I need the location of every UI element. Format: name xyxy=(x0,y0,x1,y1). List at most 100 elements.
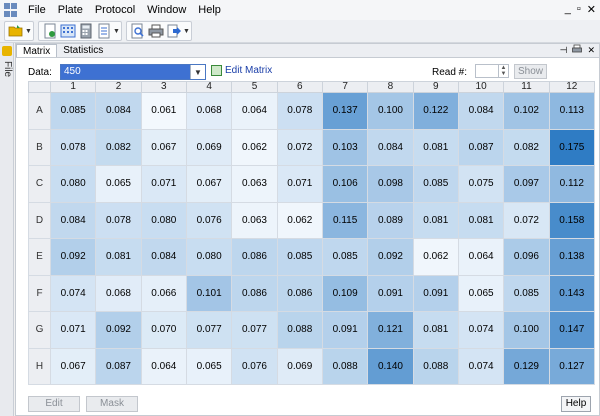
well-cell[interactable]: 0.087 xyxy=(95,347,142,385)
new-page-icon[interactable] xyxy=(41,22,59,40)
well-cell[interactable]: 0.063 xyxy=(231,165,278,203)
help-button[interactable]: Help xyxy=(561,396,591,412)
well-cell[interactable]: 0.072 xyxy=(276,128,323,166)
well-cell[interactable]: 0.085 xyxy=(276,238,323,276)
well-cell[interactable]: 0.076 xyxy=(231,347,278,385)
open-folder-icon[interactable] xyxy=(7,22,25,40)
read-number-stepper[interactable]: ▲ ▼ xyxy=(475,64,509,78)
well-cell[interactable]: 0.071 xyxy=(49,311,97,349)
well-cell[interactable]: 0.084 xyxy=(367,128,414,166)
well-cell[interactable]: 0.082 xyxy=(503,128,550,166)
well-cell[interactable]: 0.109 xyxy=(321,274,369,312)
well-cell[interactable]: 0.065 xyxy=(457,274,505,312)
stepper-arrows-icon[interactable]: ▲ ▼ xyxy=(498,65,508,77)
document-icon[interactable] xyxy=(95,22,113,40)
well-cell[interactable]: 0.065 xyxy=(95,165,142,203)
well-cell[interactable]: 0.077 xyxy=(185,311,233,349)
well-cell[interactable]: 0.064 xyxy=(231,92,278,130)
well-cell[interactable]: 0.081 xyxy=(457,201,505,239)
tab-matrix[interactable]: Matrix xyxy=(16,44,58,57)
export-icon[interactable] xyxy=(165,22,183,40)
well-cell[interactable]: 0.100 xyxy=(503,311,550,349)
well-cell[interactable]: 0.067 xyxy=(140,128,187,166)
well-cell[interactable]: 0.088 xyxy=(276,311,323,349)
well-cell[interactable]: 0.072 xyxy=(503,201,550,239)
well-cell[interactable]: 0.098 xyxy=(367,165,414,203)
well-cell[interactable]: 0.088 xyxy=(412,347,459,385)
well-cell[interactable]: 0.084 xyxy=(49,201,97,239)
data-select[interactable]: 450 ▼ xyxy=(60,64,206,80)
well-cell[interactable]: 0.092 xyxy=(49,238,97,276)
close-panel-icon[interactable]: ✕ xyxy=(587,44,595,57)
well-cell[interactable]: 0.143 xyxy=(548,274,596,312)
well-cell[interactable]: 0.061 xyxy=(140,92,187,130)
well-cell[interactable]: 0.067 xyxy=(185,165,233,203)
print-icon[interactable] xyxy=(147,22,165,40)
well-cell[interactable]: 0.080 xyxy=(185,238,233,276)
well-cell[interactable]: 0.071 xyxy=(140,165,187,203)
well-cell[interactable]: 0.158 xyxy=(548,201,596,239)
well-cell[interactable]: 0.138 xyxy=(548,238,596,276)
well-cell[interactable]: 0.084 xyxy=(140,238,187,276)
well-cell[interactable]: 0.062 xyxy=(276,201,323,239)
well-cell[interactable]: 0.078 xyxy=(49,128,97,166)
edit-button[interactable]: Edit xyxy=(28,396,80,412)
well-cell[interactable]: 0.074 xyxy=(457,311,505,349)
well-cell[interactable]: 0.112 xyxy=(548,165,596,203)
menu-window[interactable]: Window xyxy=(141,0,192,20)
well-cell[interactable]: 0.063 xyxy=(231,201,278,239)
well-cell[interactable]: 0.084 xyxy=(95,92,142,130)
well-cell[interactable]: 0.091 xyxy=(412,274,459,312)
mask-button[interactable]: Mask xyxy=(86,396,138,412)
well-cell[interactable]: 0.078 xyxy=(276,92,323,130)
well-cell[interactable]: 0.076 xyxy=(185,201,233,239)
well-cell[interactable]: 0.067 xyxy=(49,347,97,385)
well-cell[interactable]: 0.103 xyxy=(321,128,369,166)
edit-matrix-button[interactable]: Edit Matrix xyxy=(211,65,272,76)
well-cell[interactable]: 0.081 xyxy=(95,238,142,276)
well-cell[interactable]: 0.085 xyxy=(49,92,97,130)
restore-icon[interactable]: ▫ xyxy=(577,3,581,16)
print-icon[interactable] xyxy=(572,44,583,57)
well-cell[interactable]: 0.147 xyxy=(548,311,596,349)
well-cell[interactable]: 0.068 xyxy=(95,274,142,312)
well-cell[interactable]: 0.071 xyxy=(276,165,323,203)
well-cell[interactable]: 0.129 xyxy=(503,347,550,385)
well-cell[interactable]: 0.070 xyxy=(140,311,187,349)
minimize-icon[interactable]: _ xyxy=(565,3,571,16)
plate-grid-icon[interactable] xyxy=(59,22,77,40)
well-cell[interactable]: 0.062 xyxy=(412,238,459,276)
well-cell[interactable]: 0.122 xyxy=(412,92,459,130)
well-cell[interactable]: 0.121 xyxy=(367,311,414,349)
well-cell[interactable]: 0.085 xyxy=(503,274,550,312)
show-button[interactable]: Show xyxy=(514,64,547,79)
well-cell[interactable]: 0.081 xyxy=(412,201,459,239)
well-cell[interactable]: 0.086 xyxy=(276,274,323,312)
well-cell[interactable]: 0.065 xyxy=(185,347,233,385)
well-cell[interactable]: 0.085 xyxy=(412,165,459,203)
well-cell[interactable]: 0.127 xyxy=(548,347,596,385)
well-cell[interactable]: 0.084 xyxy=(457,92,505,130)
well-cell[interactable]: 0.074 xyxy=(49,274,97,312)
well-cell[interactable]: 0.092 xyxy=(367,238,414,276)
well-cell[interactable]: 0.081 xyxy=(412,311,459,349)
chevron-down-icon[interactable]: ▼ xyxy=(25,28,32,35)
well-cell[interactable]: 0.102 xyxy=(503,92,550,130)
menu-file[interactable]: File xyxy=(22,0,52,20)
read-number-input[interactable] xyxy=(476,65,498,77)
well-cell[interactable]: 0.101 xyxy=(185,274,233,312)
file-sidebar[interactable]: File xyxy=(0,43,14,416)
zoom-icon[interactable] xyxy=(129,22,147,40)
well-cell[interactable]: 0.066 xyxy=(140,274,187,312)
menu-protocol[interactable]: Protocol xyxy=(89,0,141,20)
well-cell[interactable]: 0.075 xyxy=(457,165,505,203)
pin-icon[interactable]: ⊣ xyxy=(560,44,568,57)
chevron-down-icon[interactable]: ▼ xyxy=(190,65,205,79)
well-cell[interactable]: 0.097 xyxy=(503,165,550,203)
well-cell[interactable]: 0.175 xyxy=(548,128,596,166)
well-cell[interactable]: 0.115 xyxy=(321,201,369,239)
well-cell[interactable]: 0.068 xyxy=(185,92,233,130)
well-cell[interactable]: 0.064 xyxy=(457,238,505,276)
well-cell[interactable]: 0.064 xyxy=(140,347,187,385)
well-cell[interactable]: 0.074 xyxy=(457,347,505,385)
